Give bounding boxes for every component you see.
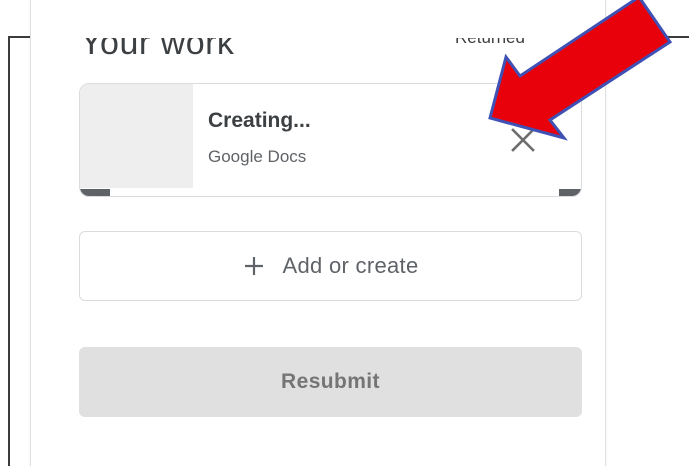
- progress-segment-right: [559, 189, 581, 196]
- your-work-heading: Your work: [80, 38, 235, 60]
- attachment-thumbnail: [80, 84, 193, 188]
- plus-icon: [243, 255, 265, 277]
- status-clip: Returned: [455, 38, 605, 46]
- close-icon: [511, 128, 535, 152]
- resubmit-label: Resubmit: [281, 370, 380, 393]
- resubmit-button[interactable]: Resubmit: [79, 347, 582, 417]
- remove-attachment-button[interactable]: [505, 122, 541, 158]
- status-label: Returned: [455, 38, 525, 46]
- add-or-create-button[interactable]: Add or create: [79, 231, 582, 301]
- attachment-progress-bar: [80, 189, 581, 196]
- window-left-border: [8, 36, 10, 466]
- attachment-card[interactable]: Creating... Google Docs: [79, 83, 582, 197]
- attachment-subtitle: Google Docs: [208, 147, 307, 166]
- add-or-create-label: Add or create: [282, 253, 419, 278]
- heading-clip: Your work: [80, 38, 440, 60]
- attachment-title: Creating...: [208, 109, 311, 132]
- progress-segment-left: [80, 189, 110, 196]
